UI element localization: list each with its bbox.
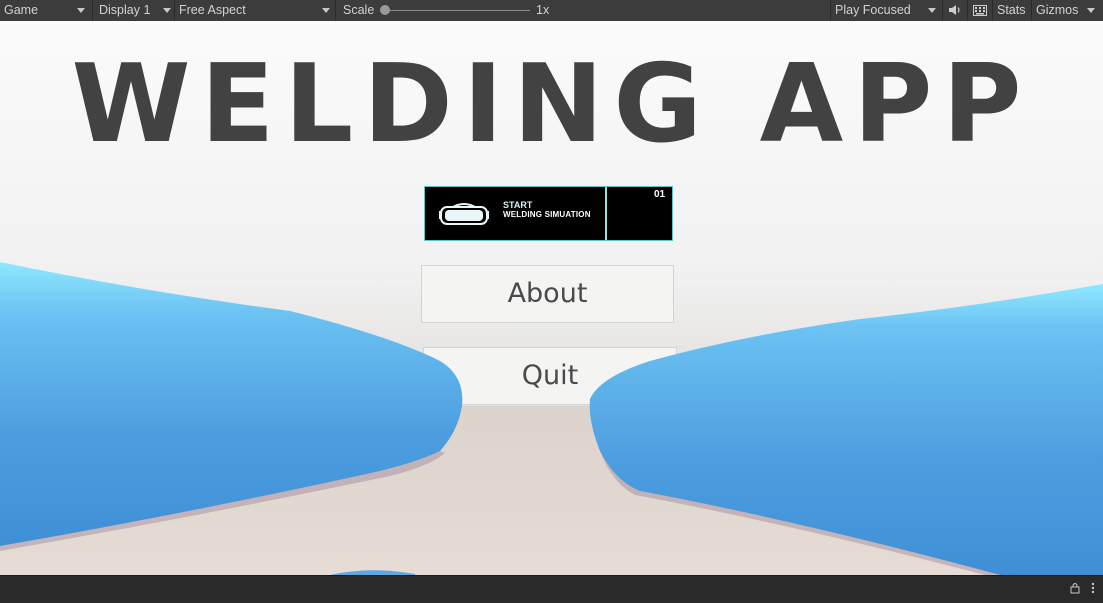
scale-slider-handle[interactable]: [380, 5, 390, 15]
aspect-dropdown[interactable]: Free Aspect: [174, 0, 334, 21]
keyboard-toggle-button[interactable]: [967, 0, 992, 21]
display-dropdown-label: Display 1: [99, 3, 151, 17]
aspect-dropdown-label: Free Aspect: [179, 3, 246, 17]
mute-audio-button[interactable]: [942, 0, 967, 21]
scale-label: Scale: [335, 0, 374, 21]
gizmos-label: Gizmos: [1036, 3, 1079, 17]
gizmos-dropdown[interactable]: Gizmos: [1031, 0, 1103, 21]
play-mode-label: Play Focused: [835, 3, 911, 17]
view-dropdown[interactable]: Game: [4, 0, 90, 21]
chevron-down-icon: [1087, 8, 1095, 13]
keyboard-icon: [973, 5, 987, 16]
speaker-icon: [949, 5, 960, 15]
bottom-panel-bar: [0, 575, 1103, 603]
chevron-down-icon: [163, 8, 171, 13]
game-view-toolbar: Game Display 1 Free Aspect Scale 1x Play…: [0, 0, 1103, 22]
chevron-down-icon: [77, 8, 85, 13]
right-hand: [589, 284, 1103, 575]
bottom-panel-controls: [1070, 580, 1095, 594]
kebab-menu-icon[interactable]: [1091, 582, 1095, 594]
display-dropdown[interactable]: Display 1: [92, 0, 172, 21]
play-mode-dropdown[interactable]: Play Focused: [830, 0, 940, 21]
game-viewport[interactable]: WELDING APP START WELDING SIMUATION 01 A…: [0, 21, 1103, 575]
lock-icon[interactable]: [1070, 582, 1080, 594]
view-dropdown-label: Game: [4, 3, 39, 17]
stats-button[interactable]: Stats: [992, 0, 1030, 21]
left-hand: [0, 262, 463, 551]
scale-value: 1x: [536, 3, 550, 17]
chevron-down-icon: [322, 8, 330, 13]
scale-slider-track[interactable]: [385, 10, 530, 11]
vr-hands: [0, 262, 1103, 575]
chevron-down-icon: [928, 8, 936, 13]
